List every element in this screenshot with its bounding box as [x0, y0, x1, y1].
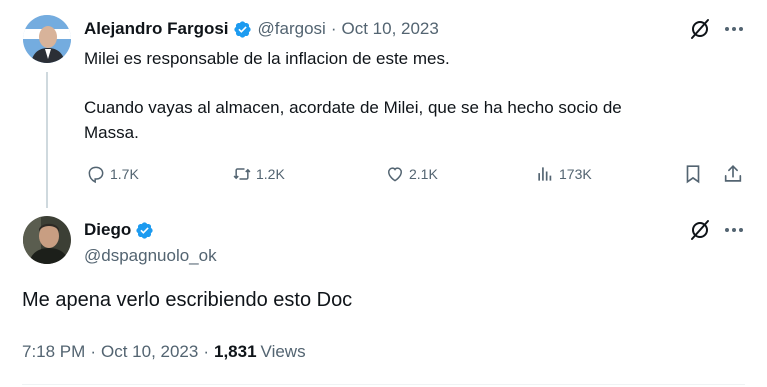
tweet-date[interactable]: Oct 10, 2023 — [342, 19, 439, 39]
views-button[interactable]: 173K — [535, 164, 592, 184]
view-count: 1,831 — [214, 342, 257, 361]
views-label: Views — [260, 342, 306, 361]
display-name[interactable]: Alejandro Fargosi — [84, 19, 229, 39]
tweet-time[interactable]: 7:18 PM — [22, 342, 85, 362]
parent-tweet-line-1: Milei es responsable de la inflacion de … — [84, 49, 450, 68]
main-tweet-header: Diego — [84, 218, 154, 242]
views-icon — [538, 167, 552, 181]
views-count: 173K — [559, 166, 592, 182]
reply-button[interactable]: 1.7K — [86, 164, 139, 184]
repost-icon — [233, 168, 251, 180]
verified-badge-icon — [233, 20, 251, 38]
like-icon — [387, 167, 403, 182]
separator-dot: · — [330, 19, 337, 38]
repost-button[interactable]: 1.2K — [232, 164, 285, 184]
grok-icon[interactable] — [688, 17, 712, 41]
like-count: 2.1K — [409, 166, 438, 182]
main-tweet-handle[interactable]: @dspagnuolo_ok — [84, 244, 217, 268]
share-icon[interactable] — [722, 163, 744, 185]
grok-icon[interactable] — [688, 218, 712, 242]
tweet-date[interactable]: Oct 10, 2023 — [101, 342, 198, 362]
separator-dot: · — [90, 342, 96, 361]
avatar-diego[interactable] — [23, 216, 71, 264]
thread-connector-line — [46, 72, 48, 208]
main-tweet-text: Me apena verlo escribiendo esto Doc — [22, 289, 353, 311]
avatar-alejandro[interactable] — [23, 15, 71, 63]
reply-icon — [88, 166, 104, 184]
like-button[interactable]: 2.1K — [385, 164, 438, 184]
more-icon[interactable] — [722, 218, 746, 242]
avatar-image — [23, 15, 71, 63]
display-name[interactable]: Diego — [84, 220, 131, 240]
parent-tweet-line-3: Massa. — [84, 123, 139, 142]
bookmark-icon[interactable] — [682, 163, 704, 185]
parent-tweet-header: Alejandro Fargosi @fargosi · Oct 10, 202… — [84, 17, 439, 41]
separator-dot: · — [203, 342, 209, 361]
handle[interactable]: @fargosi — [258, 19, 326, 39]
more-icon[interactable] — [722, 17, 746, 41]
parent-tweet-line-2: Cuando vayas al almacen, acordate de Mil… — [84, 98, 622, 117]
avatar-image — [23, 216, 71, 264]
repost-count: 1.2K — [256, 166, 285, 182]
reply-count: 1.7K — [110, 166, 139, 182]
divider — [22, 384, 745, 385]
tweet-metadata: 7:18 PM · Oct 10, 2023 · 1,831 Views — [22, 340, 306, 364]
verified-badge-icon — [136, 221, 153, 239]
